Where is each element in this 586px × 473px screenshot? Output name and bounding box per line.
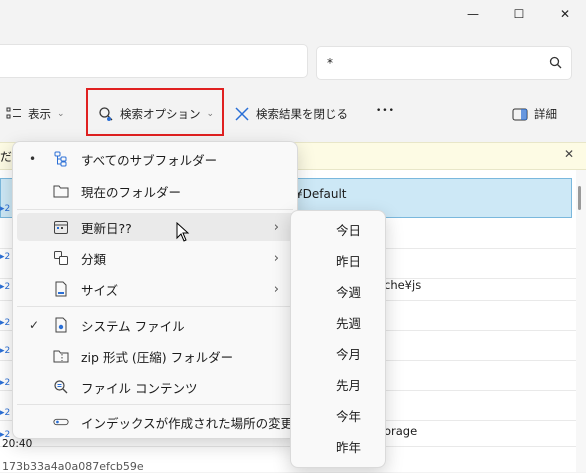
menu-item-date-modified[interactable]: 更新日?? › (13, 212, 297, 242)
category-icon (53, 250, 69, 266)
menu-item-change-indexed-locations[interactable]: インデックスが作成された場所の変更 (13, 407, 297, 437)
maximize-button[interactable]: ☐ (496, 0, 542, 28)
submenu-item-label: 先月 (335, 378, 361, 393)
row-text: orage (384, 424, 418, 438)
menu-item-file-contents[interactable]: ファイル コンテンツ (13, 372, 297, 402)
submenu-item-this-week[interactable]: 今週 (291, 275, 385, 305)
close-x-icon (234, 106, 250, 122)
file-content-icon (53, 379, 69, 395)
row-fragment: ▸2 (0, 252, 11, 262)
menu-item-size[interactable]: サイズ › (13, 274, 297, 304)
view-label: 表示 (28, 107, 51, 121)
selected-row-text: ¥Default (295, 187, 347, 201)
menu-item-kind[interactable]: 分類 › (13, 243, 297, 273)
submenu-item-label: 今日 (335, 223, 361, 238)
scrollbar[interactable] (576, 170, 586, 472)
zip-folder-icon (53, 348, 69, 364)
search-options-icon (98, 106, 114, 122)
search-input[interactable]: * (327, 56, 333, 70)
minimize-icon: — (467, 7, 479, 21)
folder-icon (53, 183, 69, 199)
search-options-button[interactable]: 検索オプション ⌄ (86, 88, 224, 136)
checkmark-icon: ✓ (29, 318, 40, 332)
submenu-item-last-month[interactable]: 先月 (291, 368, 385, 398)
info-bar-text: だ (0, 150, 13, 164)
close-icon: ✕ (559, 7, 571, 21)
submenu-item-label: 先週 (335, 316, 361, 331)
submenu-item-this-month[interactable]: 今月 (291, 337, 385, 367)
row-fragment: ▸2 (0, 282, 11, 292)
menu-item-label: インデックスが作成された場所の変更 (81, 415, 294, 431)
menu-item-label: 分類 (81, 251, 107, 267)
details-pane-button[interactable]: 詳細 (512, 106, 557, 122)
view-list-icon (6, 107, 22, 121)
menu-separator (17, 306, 293, 307)
menu-item-label: 現在のフォルダー (81, 184, 182, 200)
submenu-item-label: 今年 (335, 409, 361, 424)
size-icon (53, 281, 69, 297)
row-fragment: ▸2 (0, 378, 11, 388)
menu-item-current-folder[interactable]: 現在のフォルダー (13, 176, 297, 206)
menu-item-label: zip 形式 (圧縮) フォルダー (81, 349, 234, 365)
system-file-icon (53, 317, 69, 333)
details-pane-icon (512, 108, 528, 121)
view-button[interactable]: 表示 ⌄ (6, 106, 65, 122)
submenu-item-this-year[interactable]: 今年 (291, 399, 385, 429)
chevron-down-icon: ⌄ (206, 109, 215, 119)
date-modified-submenu: 今日 昨日 今週 先週 今月 先月 今年 昨年 (290, 210, 386, 468)
submenu-item-label: 昨年 (335, 440, 361, 455)
row-fragment: ▸2 (0, 430, 11, 440)
menu-item-all-subfolders[interactable]: • すべてのサブフォルダー (13, 144, 297, 174)
submenu-item-label: 今月 (335, 347, 361, 362)
search-icon[interactable] (549, 56, 562, 69)
subfolders-icon (53, 151, 69, 167)
menu-item-label: ファイル コンテンツ (81, 380, 198, 396)
scrollbar-thumb[interactable] (578, 186, 581, 210)
close-results-label: 検索結果を閉じる (256, 107, 348, 121)
row-fragment: ▸2 (0, 346, 11, 356)
row-fragment: ▸2 (0, 408, 11, 418)
chevron-right-icon: › (273, 250, 279, 266)
menu-item-label: すべてのサブフォルダー (81, 152, 218, 168)
menu-separator (17, 209, 293, 210)
maximize-icon: ☐ (513, 7, 525, 21)
mouse-cursor-icon (176, 222, 190, 242)
menu-item-system-files[interactable]: ✓ システム ファイル (13, 310, 297, 340)
row-text: che¥js (384, 278, 422, 292)
menu-item-label: 更新日?? (81, 220, 132, 236)
chevron-right-icon: › (273, 219, 279, 235)
minimize-button[interactable]: — (450, 0, 496, 28)
close-search-results-button[interactable]: 検索結果を閉じる (234, 106, 348, 122)
menu-item-zip-folders[interactable]: zip 形式 (圧縮) フォルダー (13, 341, 297, 371)
more-icon: ••• (376, 106, 395, 116)
more-options-button[interactable]: ••• (376, 106, 395, 116)
address-bar[interactable] (0, 44, 308, 78)
search-options-label: 検索オプション (120, 107, 201, 121)
search-options-menu: • すべてのサブフォルダー 現在のフォルダー 更新日?? › 分類 › サイズ … (12, 141, 301, 439)
index-location-icon (53, 414, 69, 430)
chevron-down-icon: ⌄ (57, 109, 65, 119)
submenu-item-last-week[interactable]: 先週 (291, 306, 385, 336)
submenu-item-yesterday[interactable]: 昨日 (291, 244, 385, 274)
submenu-item-last-year[interactable]: 昨年 (291, 430, 385, 460)
info-bar-close-icon[interactable]: ✕ (564, 147, 574, 161)
row-fragment: ▸2 (0, 318, 11, 328)
submenu-item-today[interactable]: 今日 (291, 213, 385, 243)
menu-item-label: システム ファイル (81, 318, 185, 334)
menu-item-label: サイズ (81, 282, 119, 298)
chevron-right-icon: › (273, 281, 279, 297)
submenu-item-label: 昨日 (335, 254, 361, 269)
details-label: 詳細 (534, 107, 557, 121)
row-text: 173b33a4a0a087efcb59e (2, 460, 144, 473)
row-fragment: ▸2 (0, 204, 11, 214)
submenu-item-label: 今週 (335, 285, 361, 300)
calendar-icon (53, 219, 69, 235)
menu-separator (17, 404, 293, 405)
search-box[interactable]: * (316, 46, 572, 80)
close-window-button[interactable]: ✕ (542, 0, 586, 28)
selected-dot-icon: • (29, 152, 37, 166)
